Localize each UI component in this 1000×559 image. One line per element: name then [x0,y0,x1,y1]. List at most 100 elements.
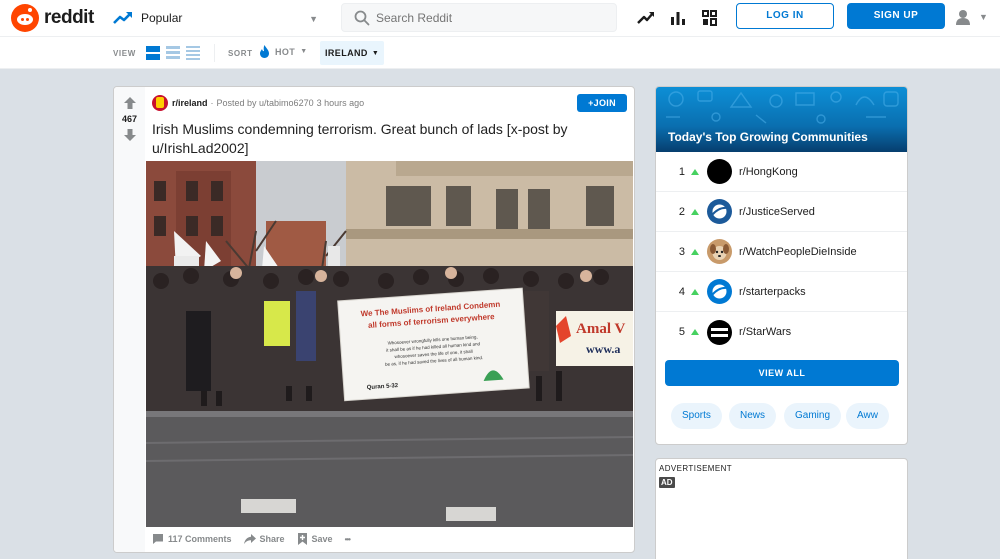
community-row[interactable]: 2 r/JusticeServed [656,192,907,232]
community-name[interactable]: r/WatchPeopleDieInside [739,246,857,258]
card-view-icon[interactable] [146,46,160,60]
subreddit-link[interactable]: r/ireland [172,98,208,108]
vote-count: 467 [121,114,138,124]
vote-column: 467 [114,87,145,552]
trending-up-arrow-icon [691,168,699,175]
upvote-icon[interactable] [124,97,136,109]
community-row[interactable]: 4 r/starterpacks [656,272,907,312]
comments-button[interactable]: 117 Comments [152,533,232,545]
subreddit-avatar[interactable] [152,95,168,111]
post-actions: 117 Comments Share Save ••• [152,533,362,545]
location-dropdown[interactable]: IRELAND ▼ [320,41,385,65]
trending-icon[interactable] [636,8,656,28]
share-label: Share [259,534,285,544]
compact-view-icon[interactable] [186,46,200,60]
planet-icon [711,284,728,299]
comment-icon [153,534,163,544]
signup-button[interactable]: SIGN UP [847,3,945,29]
post-time: 3 hours ago [316,98,365,108]
dog-icon [710,244,729,260]
posted-by[interactable]: Posted by u/tabimo6270 [217,98,314,108]
star-wars-logo-icon [711,327,728,337]
trending-up-arrow-icon [691,248,699,255]
community-avatar[interactable] [707,159,732,184]
chevron-down-icon: ▼ [309,14,318,24]
trending-up-arrow-icon [691,329,699,335]
downvote-icon[interactable] [124,129,136,141]
chevron-down-icon: ▼ [300,48,308,55]
post-meta: r/ireland · Posted by u/tabimo6270 3 hou… [152,95,364,111]
view-label: VIEW [113,49,136,58]
post-image[interactable]: We The Muslims of Ireland Condemn all fo… [146,161,633,527]
top-growing-communities-widget: Today's Top Growing Communities 1 r/Hong… [655,86,908,445]
chevron-down-icon: ▼ [371,49,380,57]
community-rank: 1 [678,165,685,178]
top-header: reddit Popular ▼ LOG IN SIGN UP [0,0,1000,37]
user-menu[interactable]: ▼ [954,9,988,25]
search-icon [354,10,370,25]
side-sign-line-1: Amal V [576,321,625,337]
search-bar[interactable] [341,3,617,32]
flame-icon [260,45,269,58]
feed-label: Popular [141,11,183,25]
community-name[interactable]: r/StarWars [739,326,791,338]
trending-up-arrow-icon [691,208,699,215]
reddit-alien-icon [11,4,39,32]
feed-selector[interactable]: Popular ▼ [113,6,323,30]
comments-label: 117 Comments [168,534,232,544]
community-avatar[interactable] [707,199,732,224]
community-name[interactable]: r/starterpacks [739,286,806,298]
community-rank: 2 [678,205,685,218]
category-tag-news[interactable]: News [729,403,777,429]
search-input[interactable] [376,10,606,25]
login-button[interactable]: LOG IN [736,3,834,29]
post-title[interactable]: Irish Muslims condemning terrorism. Grea… [152,120,622,158]
category-tag-aww[interactable]: Aww [846,403,889,429]
advertisement-box: ADVERTISEMENT AD [655,458,908,559]
more-options-icon: ••• [344,534,351,544]
save-button[interactable]: Save [297,533,333,545]
trending-up-arrow-icon [691,288,699,295]
ad-badge: AD [659,477,675,488]
community-name[interactable]: r/JusticeServed [739,206,815,218]
classic-view-icon[interactable] [166,46,180,60]
communities-banner: Today's Top Growing Communities [656,87,907,152]
divider [214,44,215,62]
bookmark-icon [297,533,307,545]
community-rank: 5 [678,326,685,338]
side-sign-line-2: www.a [586,342,620,356]
community-row[interactable]: 1 r/HongKong [656,152,907,192]
community-rank: 4 [678,285,685,298]
brand-wordmark: reddit [44,7,94,28]
view-all-button[interactable]: VIEW ALL [665,360,899,386]
community-rank: 3 [678,245,685,258]
community-avatar[interactable] [707,319,732,345]
sort-label: SORT [228,49,253,58]
view-sort-bar: VIEW SORT HOT ▼ IRELAND ▼ [0,37,1000,69]
user-icon [956,10,970,25]
popular-grid-icon[interactable] [700,8,720,28]
community-avatar[interactable] [707,239,732,264]
more-options-button[interactable]: ••• [344,534,351,544]
category-tag-gaming[interactable]: Gaming [784,403,842,429]
join-button[interactable]: +JOIN [577,94,627,112]
reddit-logo[interactable]: reddit [11,4,94,32]
community-row[interactable]: 3 r/WatchPeopleDieInside [656,232,907,272]
share-icon [243,534,256,544]
community-avatar[interactable] [707,279,732,304]
sort-dropdown[interactable]: HOT ▼ [259,45,308,58]
community-row[interactable]: 5 r/StarWars [656,312,907,352]
share-button[interactable]: Share [243,533,285,545]
post-card[interactable]: 467 r/ireland · Posted by u/tabimo6270 3… [113,86,635,553]
save-label: Save [311,534,333,544]
trending-up-icon [113,12,132,24]
category-tag-sports[interactable]: Sports [671,403,722,429]
bar-chart-icon[interactable] [668,8,688,28]
advertisement-label: ADVERTISEMENT [659,464,733,473]
chevron-down-icon: ▼ [979,12,988,22]
planet-icon [711,204,728,219]
sort-value: HOT [275,46,296,57]
community-name[interactable]: r/HongKong [739,166,798,178]
widget-title: Today's Top Growing Communities [668,130,868,144]
location-value: IRELAND [325,48,368,58]
